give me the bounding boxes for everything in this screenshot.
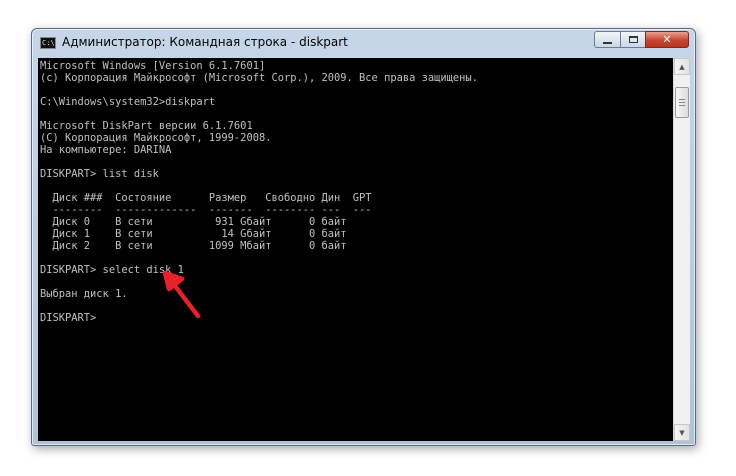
console-line: DISKPART> xyxy=(40,312,97,324)
chevron-up-icon: ▲ xyxy=(679,62,685,71)
console-line: Диск ### Состояние Размер Свободно Дин G… xyxy=(40,192,372,204)
console-line: Microsoft DiskPart версии 6.1.7601 xyxy=(40,120,253,132)
vertical-scrollbar[interactable]: ▲ ▼ xyxy=(673,58,690,441)
console-line: (c) Корпорация Майкрософт (Microsoft Cor… xyxy=(40,72,478,84)
cmd-app-icon[interactable]: C:\ xyxy=(40,37,56,49)
window-title: Администратор: Командная строка - diskpa… xyxy=(62,35,348,49)
close-icon: ✕ xyxy=(662,33,672,46)
scroll-up-button[interactable]: ▲ xyxy=(674,58,690,75)
console-line: Диск 0 В сети 931 Gбайт 0 байт xyxy=(40,216,347,228)
grip-line xyxy=(679,105,685,106)
maximize-icon xyxy=(628,36,638,43)
console-line: C:\Windows\system32>diskpart xyxy=(40,96,216,108)
chevron-down-icon: ▼ xyxy=(679,428,685,437)
console-line: Выбран диск 1. xyxy=(40,288,128,300)
title-bar[interactable]: C:\ Администратор: Командная строка - di… xyxy=(32,29,695,55)
minimize-icon xyxy=(603,41,612,44)
close-button[interactable]: ✕ xyxy=(645,31,689,48)
console-text: Microsoft Windows [Version 6.1.7601] (c)… xyxy=(38,58,673,324)
maximize-button[interactable] xyxy=(620,31,645,48)
command-prompt-window: C:\ Администратор: Командная строка - di… xyxy=(31,28,696,446)
console-output[interactable]: Microsoft Windows [Version 6.1.7601] (c)… xyxy=(38,58,673,441)
minimize-button[interactable] xyxy=(594,31,620,48)
console-line: На компьютере: DARINA xyxy=(40,144,172,156)
console-line: DISKPART> list disk xyxy=(40,168,159,180)
console-line: Microsoft Windows [Version 6.1.7601] xyxy=(40,60,266,72)
console-line: Диск 2 В сети 1099 Мбайт 0 байт xyxy=(40,240,347,252)
console-line: Диск 1 В сети 14 Gбайт 0 байт xyxy=(40,228,347,240)
console-line: -------- ------------- ------- -------- … xyxy=(40,204,372,216)
grip-line xyxy=(679,102,685,103)
red-arrow-annotation xyxy=(162,270,201,319)
scrollbar-thumb[interactable] xyxy=(675,87,689,118)
console-line: (C) Корпорация Майкрософт, 1999-2008. xyxy=(40,132,272,144)
grip-line xyxy=(679,99,685,100)
window-controls: ✕ xyxy=(594,31,689,49)
scroll-down-button[interactable]: ▼ xyxy=(674,424,690,441)
